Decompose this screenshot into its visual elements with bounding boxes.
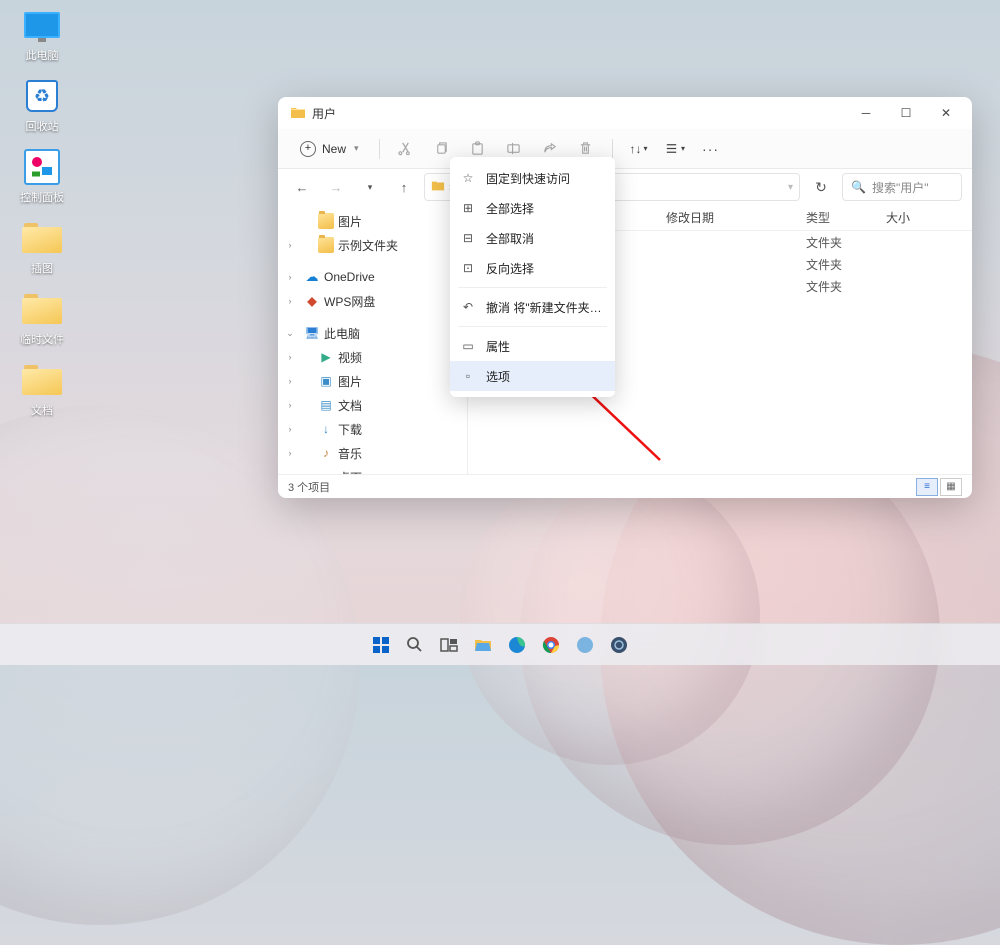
sidebar-item-label: 文档 xyxy=(338,397,362,414)
desktop-icon-label: 控制面板 xyxy=(20,189,64,205)
col-type[interactable]: 类型 xyxy=(800,209,880,226)
sidebar-item-label: 图片 xyxy=(338,373,362,390)
new-button[interactable]: + New ▾ xyxy=(290,137,369,161)
plus-icon: + xyxy=(300,141,316,157)
selnone-icon: ⊟ xyxy=(460,230,476,246)
desktop-icon-f2[interactable]: 临时文件 xyxy=(12,290,72,347)
chrome-taskbar-icon[interactable] xyxy=(537,631,565,659)
view-button[interactable]: ▾ xyxy=(659,135,691,163)
desktop-icon-label: 回收站 xyxy=(26,118,59,134)
edge-taskbar-icon[interactable] xyxy=(503,631,531,659)
desktop-icons: 此电脑 ♻回收站控制面板插图临时文件文档 xyxy=(12,6,72,418)
pin-icon: ☆ xyxy=(460,170,476,186)
ctx-item-selrev[interactable]: ⊡ 反向选择 xyxy=(450,253,615,283)
view-details-button[interactable]: ≡ xyxy=(916,478,938,496)
sidebar-item[interactable]: ›示例文件夹 xyxy=(278,233,467,257)
recent-dropdown[interactable]: ▾ xyxy=(356,174,384,200)
desktop-icon-pc[interactable]: 此电脑 xyxy=(12,6,72,63)
col-size[interactable]: 大小 xyxy=(880,209,940,226)
sidebar-item-label: WPS网盘 xyxy=(324,293,375,310)
sidebar-item-label: OneDrive xyxy=(324,270,375,284)
sidebar-item[interactable]: ›▤文档 xyxy=(278,393,467,417)
maximize-button[interactable]: ☐ xyxy=(886,99,926,127)
search-icon: 🔍 xyxy=(851,180,866,194)
folder-icon xyxy=(290,105,306,121)
up-button[interactable]: ↑ xyxy=(390,174,418,200)
address-bar: ← → ▾ ↑ › 此电脑 › 本地磁 ▾ ↻ 🔍 搜索"用户" xyxy=(278,169,972,205)
ctx-item-undo[interactable]: ↶ 撤消 将"新建文件夹"重命名为"图片" xyxy=(450,292,615,322)
settings-taskbar-icon[interactable] xyxy=(605,631,633,659)
sidebar-item[interactable]: ›▭桌面 xyxy=(278,465,467,474)
sidebar-item-label: 音乐 xyxy=(338,445,362,462)
refresh-button[interactable]: ↻ xyxy=(806,173,836,201)
sidebar-item[interactable]: ›↓下载 xyxy=(278,417,467,441)
folder-icon xyxy=(431,179,445,196)
search-input[interactable]: 🔍 搜索"用户" xyxy=(842,173,962,201)
props-icon: ▭ xyxy=(460,338,476,354)
context-menu: ☆ 固定到快速访问 ⊞ 全部选择 ⊟ 全部取消 ⊡ 反向选择 ↶ 撤消 将"新建文件夹"重命名为"… xyxy=(450,157,615,397)
search-taskbar-icon[interactable] xyxy=(401,631,429,659)
ctx-item-label: 属性 xyxy=(486,338,510,355)
file-explorer-window: 用户 ─ ☐ ✕ + New ▾ ↑↓▾ ▾ ··· ← → ▾ ↑ › 此 xyxy=(278,97,972,498)
more-button[interactable]: ··· xyxy=(695,135,727,163)
sidebar-item-label: 示例文件夹 xyxy=(338,237,398,254)
sort-button[interactable]: ↑↓▾ xyxy=(623,135,655,163)
titlebar[interactable]: 用户 ─ ☐ ✕ xyxy=(278,97,972,129)
ctx-item-label: 撤消 将"新建文件夹"重命名为"图片" xyxy=(486,299,605,316)
cut-button[interactable] xyxy=(390,135,422,163)
close-button[interactable]: ✕ xyxy=(926,99,966,127)
app-taskbar-icon[interactable] xyxy=(571,631,599,659)
taskbar[interactable] xyxy=(0,623,1000,665)
desktop-icon-f1[interactable]: 插图 xyxy=(12,219,72,276)
desktop-icon-ctrl[interactable]: 控制面板 xyxy=(12,148,72,205)
item-count: 3 个项目 xyxy=(288,479,330,495)
desktop-icon-label: 此电脑 xyxy=(26,47,59,63)
ctx-item-label: 选项 xyxy=(486,368,510,385)
sidebar-item-label: 视频 xyxy=(338,349,362,366)
start-button[interactable] xyxy=(367,631,395,659)
sidebar-item[interactable]: ›◆WPS网盘 xyxy=(278,289,467,313)
taskview-icon[interactable] xyxy=(435,631,463,659)
ctx-item-label: 固定到快速访问 xyxy=(486,170,570,187)
sidebar: 图片 ›示例文件夹 ›☁OneDrive›◆WPS网盘 ⌄🖥此电脑›▶视频›▣图片›▤… xyxy=(278,205,468,474)
ctx-item-selall[interactable]: ⊞ 全部选择 xyxy=(450,193,615,223)
forward-button[interactable]: → xyxy=(322,174,350,200)
explorer-taskbar-icon[interactable] xyxy=(469,631,497,659)
status-bar: 3 个项目 ≡ ▦ xyxy=(278,474,972,498)
selall-icon: ⊞ xyxy=(460,200,476,216)
view-icons-button[interactable]: ▦ xyxy=(940,478,962,496)
opts-icon: ▫ xyxy=(460,368,476,384)
selrev-icon: ⊡ xyxy=(460,260,476,276)
back-button[interactable]: ← xyxy=(288,174,316,200)
ctx-item-selnone[interactable]: ⊟ 全部取消 xyxy=(450,223,615,253)
window-title: 用户 xyxy=(312,105,846,122)
ctx-item-label: 全部选择 xyxy=(486,200,534,217)
sidebar-item[interactable]: ›▶视频 xyxy=(278,345,467,369)
desktop-icon-label: 文档 xyxy=(31,402,53,418)
sidebar-item[interactable]: ›▣图片 xyxy=(278,369,467,393)
toolbar: + New ▾ ↑↓▾ ▾ ··· xyxy=(278,129,972,169)
ctx-item-props[interactable]: ▭ 属性 xyxy=(450,331,615,361)
ctx-item-pin[interactable]: ☆ 固定到快速访问 xyxy=(450,163,615,193)
sidebar-item-label: 下载 xyxy=(338,421,362,438)
ctx-item-opts[interactable]: ▫ 选项 xyxy=(450,361,615,391)
sidebar-item[interactable]: ›☁OneDrive xyxy=(278,265,467,289)
col-date[interactable]: 修改日期 xyxy=(660,209,800,226)
sidebar-item[interactable]: ›♪音乐 xyxy=(278,441,467,465)
minimize-button[interactable]: ─ xyxy=(846,99,886,127)
sidebar-item-label: 此电脑 xyxy=(324,325,360,342)
desktop-icon-f3[interactable]: 文档 xyxy=(12,361,72,418)
sidebar-item[interactable]: 图片 xyxy=(278,209,467,233)
ctx-item-label: 反向选择 xyxy=(486,260,534,277)
sidebar-item-label: 图片 xyxy=(338,213,362,230)
sidebar-item[interactable]: ⌄🖥此电脑 xyxy=(278,321,467,345)
ctx-item-label: 全部取消 xyxy=(486,230,534,247)
desktop-icon-bin[interactable]: ♻回收站 xyxy=(12,77,72,134)
undo-icon: ↶ xyxy=(460,299,476,315)
desktop-icon-label: 临时文件 xyxy=(20,331,64,347)
desktop-icon-label: 插图 xyxy=(31,260,53,276)
